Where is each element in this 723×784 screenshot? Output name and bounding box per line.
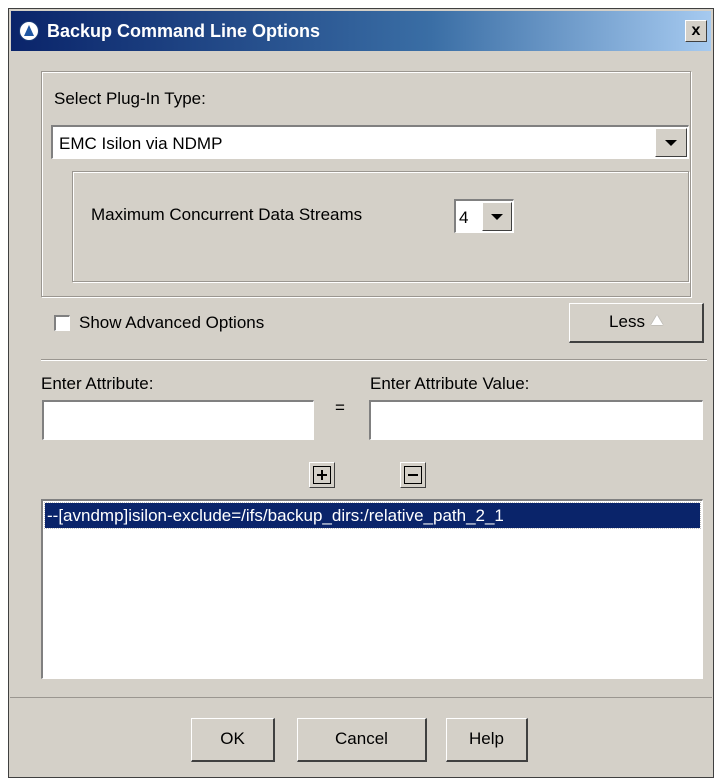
streams-value: 4 (459, 208, 469, 227)
remove-icon (404, 466, 422, 484)
separator (41, 359, 707, 361)
add-attribute-button[interactable] (309, 462, 335, 488)
ok-label: OK (220, 729, 245, 748)
less-label: Less (609, 312, 645, 331)
streams-label: Maximum Concurrent Data Streams (91, 205, 363, 224)
streams-group (72, 171, 689, 282)
less-button[interactable]: Less (569, 303, 704, 343)
chevron-down-icon[interactable] (655, 128, 687, 157)
plugin-type-value: EMC Isilon via NDMP (59, 134, 223, 153)
streams-select[interactable]: 4 (454, 199, 514, 233)
attribute-list[interactable]: --[avndmp]isilon-exclude=/ifs/backup_dir… (41, 499, 703, 679)
equals-sign: = (335, 398, 345, 417)
window-title: Backup Command Line Options (47, 21, 321, 41)
help-button[interactable]: Help (446, 718, 528, 762)
advanced-options-checkbox[interactable] (54, 315, 70, 331)
cancel-label: Cancel (335, 729, 388, 748)
help-label: Help (469, 729, 504, 748)
ok-button[interactable]: OK (191, 718, 275, 762)
plugin-type-label: Select Plug-In Type: (54, 89, 206, 108)
dialog-window: Backup Command Line Options x Select Plu… (8, 8, 714, 778)
cancel-button[interactable]: Cancel (297, 718, 427, 762)
triangle-up-icon (650, 315, 663, 325)
title-bar[interactable]: Backup Command Line Options x (11, 11, 711, 51)
attribute-name-label: Enter Attribute: (41, 374, 154, 393)
attribute-value-label: Enter Attribute Value: (370, 374, 530, 393)
plugin-type-select[interactable]: EMC Isilon via NDMP (51, 125, 689, 159)
attribute-value-input[interactable] (369, 400, 703, 440)
attribute-name-input[interactable] (42, 400, 314, 440)
close-icon: x (691, 22, 701, 39)
chevron-down-icon[interactable] (482, 202, 512, 231)
app-logo-icon (19, 21, 39, 41)
add-icon (313, 466, 331, 484)
close-button[interactable]: x (685, 20, 707, 42)
advanced-options-label: Show Advanced Options (79, 313, 265, 332)
remove-attribute-button[interactable] (400, 462, 426, 488)
list-item[interactable]: --[avndmp]isilon-exclude=/ifs/backup_dir… (44, 502, 701, 529)
